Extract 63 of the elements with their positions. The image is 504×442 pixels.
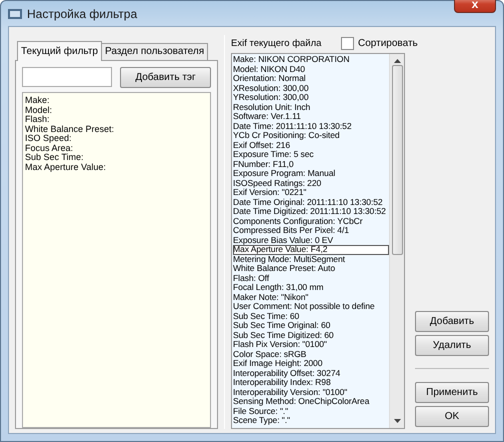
exif-item[interactable]: Exif Offset: 216 [233, 140, 389, 150]
exif-item[interactable]: Interoperability Index: R98 [233, 378, 389, 388]
filter-item[interactable]: Model: [25, 106, 208, 115]
scroll-up-icon[interactable] [394, 59, 400, 63]
filter-item[interactable]: Make: [25, 96, 208, 106]
exif-item[interactable]: FNumber: F11,0 [233, 160, 389, 169]
tag-input-field[interactable] [22, 67, 112, 87]
exif-item[interactable]: Orientation: Normal [233, 74, 389, 84]
filter-item[interactable]: Max Aperture Value: [25, 162, 208, 172]
exif-label: Exif текущего файла [231, 38, 322, 48]
exif-item[interactable]: Scene Type: "." [233, 416, 389, 426]
exif-item[interactable]: Interoperability Offset: 30274 [233, 368, 389, 378]
tab[interactable]: Текущий фильтр [17, 41, 102, 61]
dialog-button[interactable]: OK [415, 406, 489, 427]
action-button[interactable]: Удалить [415, 335, 489, 356]
exif-item[interactable]: File Source: "." [233, 406, 389, 416]
app-icon [8, 8, 22, 18]
exif-item[interactable]: Date Time Original: 2011:11:10 13:30:52 [233, 198, 389, 207]
sort-checkbox[interactable] [341, 36, 354, 50]
exif-item[interactable]: Exposure Time: 5 sec [233, 150, 389, 160]
add-tag-button[interactable]: Добавить тэг [120, 67, 211, 88]
exif-item[interactable]: Flash: Off [233, 274, 389, 283]
sort-label: Сортировать [358, 38, 418, 48]
exif-item[interactable]: Maker Note: "Nikon" [233, 292, 389, 302]
exif-item[interactable]: YResolution: 300,00 [233, 93, 389, 102]
scroll-down-icon[interactable] [394, 419, 400, 423]
exif-item[interactable]: Make: NIKON CORPORATION [233, 55, 389, 64]
exif-item[interactable]: Focal Length: 31,00 mm [233, 283, 389, 292]
exif-item[interactable]: Compressed Bits Per Pixel: 4/1 [233, 226, 389, 236]
exif-item[interactable]: Interoperability Version: "0100" [233, 388, 389, 397]
exif-item[interactable]: XResolution: 300,00 [233, 84, 389, 93]
exif-item[interactable]: Exposure Program: Manual [233, 169, 389, 178]
exif-item[interactable]: Sub Sec Time Digitized: 60 [233, 330, 389, 340]
filter-item[interactable]: Sub Sec Time: [25, 153, 208, 162]
exif-item[interactable]: Sub Sec Time Original: 60 [233, 321, 389, 330]
filter-item[interactable]: Flash: [25, 115, 208, 124]
exif-item[interactable]: User Comment: Not possible to define [233, 302, 389, 312]
close-button[interactable]: x [454, 0, 496, 13]
exif-item[interactable]: Date Time: 2011:11:10 13:30:52 [233, 122, 389, 131]
exif-item[interactable]: Model: NIKON D40 [233, 64, 389, 74]
exif-item[interactable]: Sub Sec Time: 60 [233, 312, 389, 321]
window-title: Настройка фильтра [27, 6, 138, 20]
exif-item[interactable]: Metering Mode: MultiSegment [233, 254, 389, 264]
exif-item[interactable]: Software: Ver.1.11 [233, 112, 389, 122]
tab[interactable]: Раздел пользователя [101, 43, 208, 61]
filter-item[interactable]: Focus Area: [25, 144, 208, 153]
exif-item[interactable]: Exposure Bias Value: 0 EV [233, 236, 389, 245]
dialog-button[interactable]: Применить [415, 382, 489, 403]
exif-item[interactable]: Sensing Method: OneChipColorArea [233, 397, 389, 406]
exif-item[interactable]: White Balance Preset: Auto [233, 264, 389, 274]
exif-item[interactable]: ISOSpeed Ratings: 220 [233, 178, 389, 188]
exif-item[interactable]: Color Space: sRGB [233, 350, 389, 359]
exif-item[interactable]: Flash Pix Version: "0100" [233, 340, 389, 350]
action-button[interactable]: Добавить [415, 311, 489, 332]
exif-item[interactable]: Components Configuration: YCbCr [233, 216, 389, 226]
exif-item[interactable]: Exif Version: "0221" [233, 188, 389, 198]
exif-item[interactable]: Exif Image Height: 2000 [233, 359, 389, 368]
exif-item[interactable]: Date Time Digitized: 2011:11:10 13:30:52 [233, 207, 389, 216]
filter-item[interactable]: ISO Speed: [25, 134, 208, 144]
scrollbar[interactable] [389, 54, 404, 428]
exif-item[interactable]: YCb Cr Positioning: Co-sited [233, 131, 389, 140]
filter-item[interactable]: White Balance Preset: [25, 124, 208, 134]
exif-item[interactable]: Resolution Unit: Inch [233, 102, 389, 112]
